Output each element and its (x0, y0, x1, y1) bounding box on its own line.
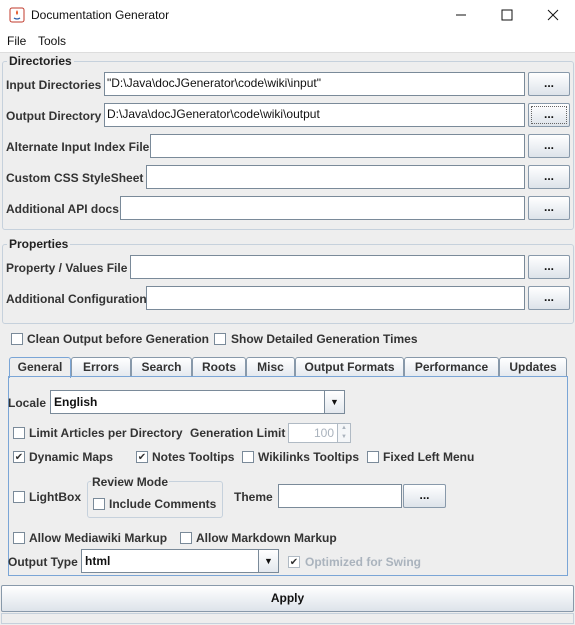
generation-limit-label: Generation Limit (190, 426, 286, 440)
spinner-arrows-icon[interactable]: ▲ ▼ (337, 423, 351, 443)
tab-updates[interactable]: Updates (499, 357, 567, 377)
lightbox-checkbox[interactable] (13, 491, 25, 503)
locale-label: Locale (8, 396, 47, 410)
optimized-swing-label: Optimized for Swing (305, 555, 421, 569)
menu-bar (0, 30, 575, 53)
show-times-checkbox[interactable] (214, 333, 226, 345)
theme-browse-button[interactable]: ... (403, 484, 446, 508)
output-type-label: Output Type (8, 555, 78, 569)
allow-mediawiki-checkbox[interactable] (13, 532, 25, 544)
java-app-icon (9, 7, 25, 23)
tab-output-formats[interactable]: Output Formats (295, 357, 404, 377)
api-docs-browse-button[interactable]: ... (528, 196, 570, 220)
chevron-down-icon: ▼ (258, 550, 278, 572)
alt-index-browse-button[interactable]: ... (528, 134, 570, 158)
apply-button[interactable]: Apply (1, 585, 574, 612)
add-config-label: Additional Configuration (6, 292, 147, 306)
alt-index-field[interactable] (150, 134, 525, 158)
wikilinks-tooltips-label: Wikilinks Tooltips (258, 450, 360, 464)
minimize-button[interactable] (438, 0, 484, 30)
status-bar (1, 613, 574, 624)
maximize-icon (501, 9, 513, 21)
properties-legend: Properties (7, 237, 71, 251)
optimized-swing-checkbox[interactable] (288, 556, 300, 568)
dynamic-maps-checkbox[interactable] (13, 451, 25, 463)
close-button[interactable] (530, 0, 575, 30)
window-title: Documentation Generator (31, 8, 170, 22)
limit-articles-label: Limit Articles per Directory (29, 426, 183, 440)
tab-performance[interactable]: Performance (404, 357, 499, 377)
tab-search[interactable]: Search (131, 357, 192, 377)
output-dir-field[interactable]: D:\Java\docJGenerator\code\wiki\output (104, 103, 525, 127)
add-config-field[interactable] (146, 286, 525, 310)
prop-file-label: Property / Values File (6, 261, 128, 275)
close-icon (547, 9, 559, 21)
output-dir-browse-button[interactable]: ... (528, 103, 570, 127)
minimize-icon (456, 14, 466, 16)
prop-file-browse-button[interactable]: ... (528, 255, 570, 279)
allow-markdown-checkbox[interactable] (180, 532, 192, 544)
lightbox-label: LightBox (29, 490, 81, 504)
tab-general[interactable]: General (9, 357, 71, 378)
dynamic-maps-label: Dynamic Maps (29, 450, 114, 464)
locale-value: English (54, 395, 98, 409)
review-mode-legend: Review Mode (91, 475, 170, 489)
clean-output-checkbox[interactable] (11, 333, 23, 345)
input-dirs-field[interactable]: "D:\Java\docJGenerator\code\wiki\input" (104, 72, 525, 96)
include-comments-label: Include Comments (109, 497, 217, 511)
notes-tooltips-checkbox[interactable] (136, 451, 148, 463)
wikilinks-tooltips-checkbox[interactable] (242, 451, 254, 463)
prop-file-field[interactable] (130, 255, 525, 279)
allow-markdown-label: Allow Markdown Markup (196, 531, 337, 545)
title-bar: Documentation Generator (0, 0, 575, 30)
add-config-browse-button[interactable]: ... (528, 286, 570, 310)
menu-tools[interactable]: Tools (38, 34, 66, 48)
output-type-value: html (85, 554, 111, 568)
allow-mediawiki-label: Allow Mediawiki Markup (29, 531, 168, 545)
include-comments-checkbox[interactable] (93, 498, 105, 510)
output-dir-label: Output Directory (6, 109, 102, 123)
clean-output-label: Clean Output before Generation (27, 332, 210, 346)
custom-css-label: Custom CSS StyleSheet (6, 171, 144, 185)
input-dirs-browse-button[interactable]: ... (528, 72, 570, 96)
chevron-down-icon: ▼ (324, 391, 344, 413)
locale-select[interactable]: English ▼ (50, 390, 345, 414)
tab-roots[interactable]: Roots (192, 357, 246, 377)
limit-articles-checkbox[interactable] (13, 427, 25, 439)
show-times-label: Show Detailed Generation Times (231, 332, 418, 346)
tab-misc[interactable]: Misc (246, 357, 295, 377)
notes-tooltips-label: Notes Tooltips (152, 450, 235, 464)
alt-index-label: Alternate Input Index File (6, 140, 150, 154)
fixed-left-menu-label: Fixed Left Menu (383, 450, 475, 464)
custom-css-field[interactable] (146, 165, 525, 189)
menu-file[interactable]: File (7, 34, 26, 48)
api-docs-label: Additional API docs (6, 202, 119, 216)
tab-errors[interactable]: Errors (71, 357, 131, 377)
api-docs-field[interactable] (120, 196, 525, 220)
theme-field[interactable] (278, 484, 402, 508)
generation-limit-spinner[interactable]: 100 (288, 423, 338, 443)
theme-label: Theme (234, 490, 273, 504)
fixed-left-menu-checkbox[interactable] (367, 451, 379, 463)
input-dirs-label: Input Directories (6, 78, 102, 92)
maximize-button[interactable] (484, 0, 530, 30)
custom-css-browse-button[interactable]: ... (528, 165, 570, 189)
output-type-select[interactable]: html ▼ (81, 549, 279, 573)
directories-legend: Directories (7, 54, 74, 68)
